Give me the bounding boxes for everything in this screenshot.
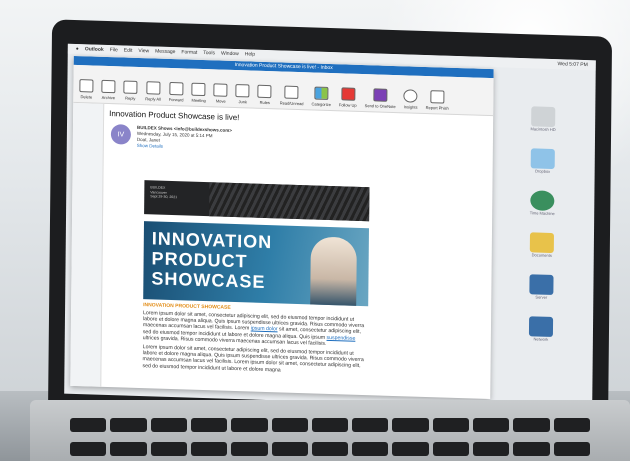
drive-icon: [529, 232, 554, 254]
onenote-icon: [373, 88, 388, 102]
key: [271, 418, 308, 432]
desktop-icon[interactable]: Time Machine: [530, 190, 555, 216]
person-photo: [310, 236, 357, 307]
menu-file[interactable]: File: [110, 47, 118, 53]
send-to-onenote-button[interactable]: Send to OneNote: [365, 88, 396, 109]
key: [231, 418, 268, 432]
rules-icon: [257, 84, 272, 99]
desktop-icon[interactable]: Documents: [529, 232, 554, 258]
email-body-text: Lorem ipsum dolor sit amet, consectetur …: [142, 310, 368, 376]
forward-button[interactable]: Forward: [169, 81, 184, 102]
key: [392, 441, 429, 456]
server-icon: [529, 274, 554, 296]
menu-window[interactable]: Window: [221, 51, 239, 58]
key: [70, 418, 107, 432]
envelope-icon: [284, 85, 299, 100]
message-header: IV BUILDEX Shows <info@buildexshows.com>…: [110, 124, 489, 160]
hero-image: INNOVATION PRODUCT SHOWCASE: [143, 221, 369, 307]
banner-pattern: [209, 182, 370, 222]
desktop-icon[interactable]: Macintosh HD: [530, 106, 556, 132]
archive-button[interactable]: Archive: [101, 79, 116, 100]
archive-icon: [101, 79, 116, 94]
menubar-clock: Wed 5:07 PM: [557, 61, 588, 69]
key: [392, 418, 429, 432]
email-top-banner: BUILDEX Vancouver Sept 29-30, 2021: [144, 180, 370, 222]
hook-icon: [430, 90, 445, 104]
key: [190, 418, 228, 432]
key: [432, 441, 470, 456]
reply-all-icon: [146, 81, 161, 95]
banner-line: Sept 29-30, 2021: [150, 194, 178, 200]
menu-tools[interactable]: Tools: [203, 50, 215, 56]
reply-icon: [123, 80, 138, 94]
read-unread-button[interactable]: Read/Unread: [280, 85, 304, 106]
key: [311, 418, 349, 432]
key: [473, 418, 510, 432]
folder-icon: [213, 83, 228, 97]
trash-icon: [79, 79, 94, 93]
menu-view[interactable]: View: [138, 48, 149, 54]
key: [150, 418, 187, 432]
follow-up-button[interactable]: Follow Up: [339, 87, 357, 108]
key: [473, 441, 510, 456]
desktop-icon[interactable]: Dropbox: [530, 148, 555, 174]
menu-app[interactable]: Outlook: [85, 46, 104, 53]
key: [110, 418, 147, 432]
key: [432, 418, 470, 432]
menu-format[interactable]: Format: [181, 49, 197, 55]
desktop-icon[interactable]: Server: [529, 274, 554, 300]
outlook-message-window: Innovation Product Showcase is live! - I…: [70, 55, 494, 400]
key: [70, 441, 107, 456]
delete-button[interactable]: Delete: [79, 79, 94, 100]
keyboard-keys: [70, 418, 590, 461]
key: [110, 441, 147, 456]
menu-message[interactable]: Message: [155, 48, 175, 55]
folder-sidebar[interactable]: [70, 102, 105, 387]
key: [513, 441, 550, 456]
key: [553, 418, 590, 432]
apple-icon[interactable]: ●: [76, 46, 79, 52]
sender-details: BUILDEX Shows <info@buildexshows.com> We…: [137, 125, 232, 152]
key: [231, 441, 268, 456]
categorize-button[interactable]: Categorize: [312, 86, 332, 107]
key: [311, 441, 349, 456]
hero-line: SHOWCASE: [151, 268, 266, 292]
junk-button[interactable]: Junk: [235, 84, 250, 104]
desktop-icons: Macintosh HD Dropbox Time Machine Docume…: [501, 105, 583, 342]
calendar-icon: [191, 82, 206, 97]
reply-button[interactable]: Reply: [123, 80, 138, 101]
menu-edit[interactable]: Edit: [124, 48, 133, 54]
drive-icon: [531, 106, 556, 128]
hero-line: PRODUCT: [151, 248, 248, 272]
category-icon: [314, 86, 329, 100]
key: [553, 441, 590, 456]
time-machine-icon: [530, 190, 555, 212]
insights-button[interactable]: Insights: [403, 89, 418, 110]
reply-all-button[interactable]: Reply All: [145, 81, 161, 102]
laptop-screen: ● Outlook File Edit View Message Format …: [64, 43, 596, 411]
network-icon: [528, 316, 554, 338]
folder-icon: [530, 148, 555, 170]
move-button[interactable]: Move: [213, 83, 228, 104]
rules-button[interactable]: Rules: [257, 84, 272, 105]
key: [150, 441, 187, 456]
body-link[interactable]: suspendisse: [327, 335, 356, 342]
meeting-button[interactable]: Meeting: [191, 82, 206, 103]
forward-icon: [169, 81, 184, 96]
key: [513, 418, 550, 432]
sender-avatar: IV: [110, 124, 132, 145]
key: [271, 441, 308, 456]
insights-icon: [403, 89, 418, 103]
key: [190, 441, 228, 456]
key: [352, 418, 389, 432]
report-phish-button[interactable]: Report Phish: [426, 90, 449, 111]
junk-icon: [235, 84, 250, 98]
key: [352, 441, 389, 456]
menu-help[interactable]: Help: [245, 51, 255, 57]
hero-line: INNOVATION: [151, 228, 273, 253]
desktop-icon[interactable]: Network: [528, 316, 554, 342]
flag-icon: [340, 87, 355, 101]
